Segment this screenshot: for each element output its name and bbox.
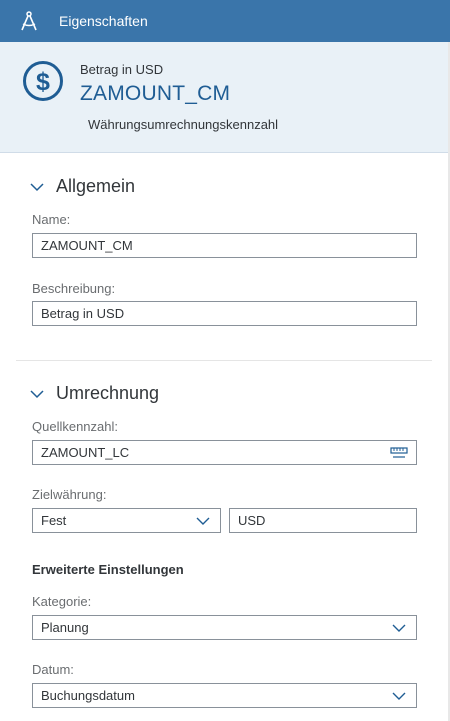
section-general-toggle[interactable]: Allgemein: [30, 176, 135, 197]
date-value: Buchungsdatum: [41, 688, 135, 703]
header-subtitle: Betrag in USD: [80, 62, 164, 77]
section-conversion-heading: Umrechnung: [56, 383, 160, 403]
description-value: Betrag in USD: [41, 306, 125, 321]
category-value: Planung: [41, 620, 89, 635]
target-mode-select[interactable]: Fest: [32, 508, 221, 533]
source-measure-label: Quellkennzahl:: [32, 419, 118, 434]
chevron-down-icon: [196, 517, 210, 525]
name-label: Name:: [32, 212, 71, 227]
target-currency-value: USD: [238, 513, 266, 528]
chevron-down-icon: [392, 692, 406, 700]
date-label: Datum:: [32, 662, 74, 677]
compass-icon: [21, 11, 37, 31]
source-measure-value: ZAMOUNT_LC: [41, 445, 130, 460]
category-select[interactable]: Planung: [32, 615, 417, 640]
description-field[interactable]: Betrag in USD: [32, 301, 417, 326]
chevron-down-icon: [392, 624, 406, 632]
value-help-icon[interactable]: [390, 446, 408, 460]
header-title: ZAMOUNT_CM: [80, 82, 231, 105]
section-general-heading: Allgemein: [56, 176, 136, 196]
date-select[interactable]: Buchungsdatum: [32, 683, 417, 708]
header-description: Währungsumrechnungskennzahl: [88, 117, 279, 132]
chevron-down-icon: [30, 182, 44, 191]
section-conversion-toggle[interactable]: Umrechnung: [30, 383, 159, 404]
properties-panel: Eigenschaften $ Betrag in USD ZAMOUNT_CM…: [0, 0, 450, 721]
target-currency-field[interactable]: USD: [229, 508, 417, 533]
panel-titlebar: Eigenschaften: [0, 0, 450, 42]
name-value: ZAMOUNT_CM: [41, 238, 133, 253]
description-label: Beschreibung:: [32, 281, 116, 296]
category-label: Kategorie:: [32, 594, 92, 609]
source-measure-field[interactable]: ZAMOUNT_LC: [32, 440, 417, 465]
target-currency-label: Zielwährung:: [32, 487, 107, 502]
dollar-circle-icon: $: [23, 61, 63, 101]
object-header: $ Betrag in USD ZAMOUNT_CM Währungsumrec…: [0, 42, 450, 153]
advanced-settings-heading: Erweiterte Einstellungen: [32, 562, 184, 577]
name-field[interactable]: ZAMOUNT_CM: [32, 233, 417, 258]
svg-text:$: $: [36, 68, 50, 96]
panel-title: Eigenschaften: [59, 13, 148, 29]
target-mode-value: Fest: [41, 513, 67, 528]
section-divider: [16, 360, 432, 361]
chevron-down-icon: [30, 389, 44, 398]
